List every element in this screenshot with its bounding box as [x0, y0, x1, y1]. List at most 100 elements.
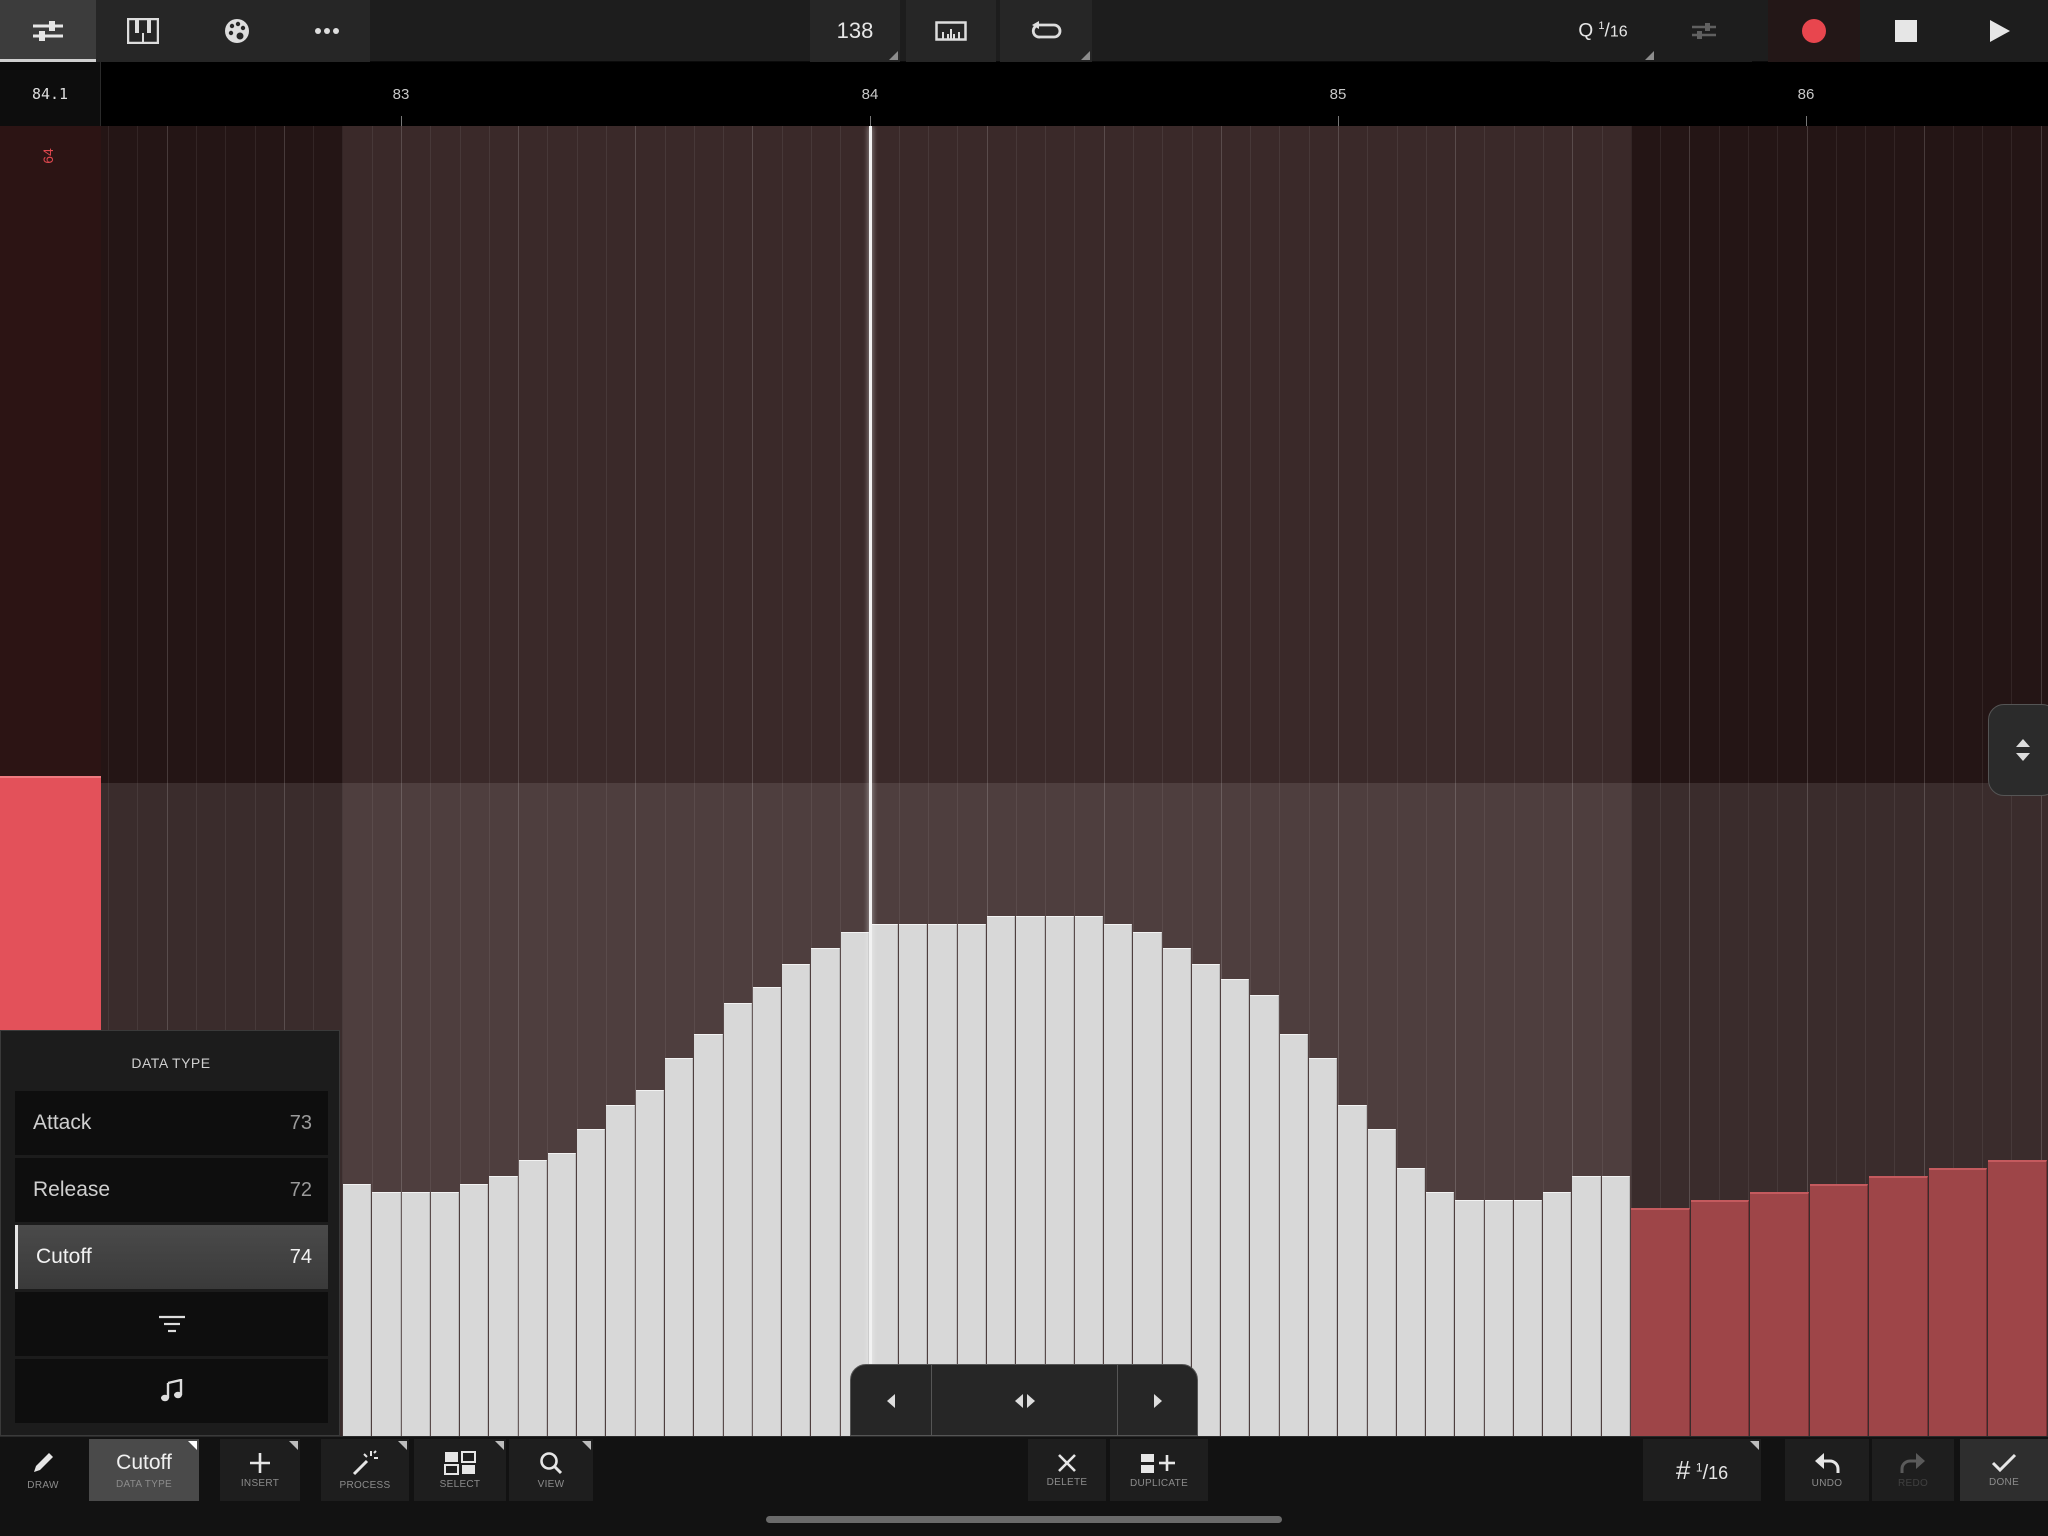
grid-value: # 1/16 — [1675, 1454, 1729, 1485]
automation-step-selected[interactable] — [1279, 1034, 1308, 1436]
nudge-right-button[interactable] — [1117, 1365, 1197, 1437]
loop-button[interactable] — [1000, 0, 1092, 62]
grid-denominator: 16 — [1708, 1462, 1729, 1483]
draw-button[interactable]: DRAW — [0, 1439, 86, 1501]
automation-step[interactable] — [1690, 1199, 1750, 1436]
automation-step[interactable] — [1928, 1168, 1988, 1436]
automation-step-selected[interactable] — [1543, 1191, 1572, 1436]
automation-step-selected[interactable] — [1572, 1176, 1601, 1436]
stop-button[interactable] — [1860, 0, 1952, 62]
automation-step-selected[interactable] — [1162, 947, 1191, 1436]
automation-step-selected[interactable] — [372, 1191, 401, 1436]
automation-step-selected[interactable] — [1074, 916, 1104, 1436]
filter-icon — [158, 1315, 185, 1333]
nudge-left-button[interactable] — [851, 1365, 931, 1437]
automation-step-selected[interactable] — [1250, 995, 1279, 1436]
filter-button[interactable] — [15, 1292, 328, 1356]
automation-step-selected[interactable] — [1221, 979, 1250, 1436]
automation-step-selected[interactable] — [869, 924, 899, 1436]
automation-step-selected[interactable] — [723, 1002, 752, 1436]
automation-step-selected[interactable] — [899, 924, 928, 1436]
undo-button[interactable]: UNDO — [1785, 1439, 1869, 1501]
automation-step-selected[interactable] — [752, 987, 782, 1436]
automation-step[interactable] — [1631, 1207, 1690, 1436]
quantize-toggle-button[interactable] — [1656, 0, 1752, 62]
automation-step-selected[interactable] — [577, 1128, 606, 1436]
automation-step-selected[interactable] — [1133, 932, 1162, 1436]
view-button[interactable]: VIEW — [509, 1439, 593, 1501]
automation-step-selected[interactable] — [782, 963, 811, 1436]
grid-button[interactable]: # 1/16 — [1643, 1439, 1761, 1501]
automation-step-selected[interactable] — [1309, 1058, 1338, 1436]
automation-step-selected[interactable] — [928, 924, 957, 1436]
data-type-panel: DATA TYPE Attack 73 Release 72 Cutoff 74 — [0, 1030, 340, 1436]
insert-button[interactable]: INSERT — [220, 1439, 300, 1501]
nudge-move-handle[interactable] — [931, 1365, 1117, 1437]
process-button[interactable]: PROCESS — [321, 1439, 409, 1501]
record-button[interactable] — [1768, 0, 1860, 62]
select-button[interactable]: SELECT — [414, 1439, 506, 1501]
automation-step[interactable] — [1988, 1160, 2047, 1436]
automation-step-selected[interactable] — [1045, 916, 1074, 1436]
piano-roll-button[interactable] — [96, 0, 190, 62]
data-type-item-cutoff[interactable]: Cutoff 74 — [15, 1225, 328, 1289]
left-right-arrows-icon — [1014, 1394, 1035, 1408]
automation-step-selected[interactable] — [547, 1152, 577, 1436]
redo-label: REDO — [1897, 1477, 1929, 1489]
automation-step-selected[interactable] — [665, 1058, 694, 1436]
timeline-ruler[interactable]: 84.1 83 84 85 86 — [0, 62, 2048, 126]
automation-step-selected[interactable] — [635, 1089, 664, 1436]
palette-icon — [225, 19, 249, 43]
automation-step-selected[interactable] — [840, 932, 869, 1436]
undo-icon — [1815, 1452, 1840, 1473]
automation-step-selected[interactable] — [1338, 1105, 1367, 1436]
home-indicator[interactable] — [766, 1516, 1282, 1523]
automation-step-selected[interactable] — [460, 1184, 489, 1436]
metronome-button[interactable] — [906, 0, 996, 62]
automation-step-selected[interactable] — [1426, 1191, 1455, 1436]
select-label: SELECT — [439, 1478, 481, 1490]
automation-step-selected[interactable] — [957, 924, 986, 1436]
automation-step[interactable] — [1750, 1191, 1809, 1436]
delete-button[interactable]: DELETE — [1028, 1439, 1106, 1501]
play-button[interactable] — [1952, 0, 2048, 62]
automation-step-selected[interactable] — [430, 1191, 460, 1436]
vertical-zoom-handle[interactable] — [1988, 704, 2048, 796]
mixer-view-button[interactable] — [0, 0, 96, 62]
note-button[interactable] — [15, 1359, 328, 1423]
tempo-button[interactable]: 138 — [810, 0, 900, 62]
automation-step-selected[interactable] — [1104, 924, 1133, 1436]
triangle-left-icon — [887, 1394, 895, 1408]
quantize-prefix: Q — [1578, 20, 1594, 42]
automation-step-selected[interactable] — [694, 1034, 723, 1436]
automation-step-selected[interactable] — [811, 947, 840, 1436]
done-button[interactable]: DONE — [1960, 1439, 2048, 1501]
automation-step[interactable] — [1869, 1176, 1928, 1436]
automation-step-selected[interactable] — [606, 1105, 635, 1436]
done-label: DONE — [1988, 1476, 2020, 1488]
automation-step-selected[interactable] — [489, 1176, 518, 1436]
automation-step-selected[interactable] — [518, 1160, 547, 1436]
automation-step-selected[interactable] — [1513, 1199, 1543, 1436]
sound-palette-button[interactable] — [190, 0, 284, 62]
automation-step-selected[interactable] — [401, 1191, 430, 1436]
automation-step[interactable] — [1809, 1184, 1869, 1436]
play-icon — [1990, 20, 2010, 42]
quantize-button[interactable]: Q 1/16 — [1550, 0, 1656, 62]
automation-step-selected[interactable] — [1484, 1199, 1513, 1436]
automation-step-selected[interactable] — [1396, 1168, 1426, 1436]
redo-button[interactable]: REDO — [1872, 1439, 1954, 1501]
automation-step-selected[interactable] — [1455, 1199, 1484, 1436]
automation-step-selected[interactable] — [1016, 916, 1045, 1436]
data-type-item-attack[interactable]: Attack 73 — [15, 1091, 328, 1155]
playhead[interactable] — [869, 126, 872, 1436]
duplicate-button[interactable]: DUPLICATE — [1110, 1439, 1208, 1501]
automation-step-selected[interactable] — [987, 916, 1016, 1436]
automation-step-selected[interactable] — [343, 1184, 372, 1436]
automation-step-selected[interactable] — [1601, 1176, 1630, 1436]
more-button[interactable] — [284, 0, 370, 62]
automation-step-selected[interactable] — [1367, 1128, 1396, 1436]
data-type-item-release[interactable]: Release 72 — [15, 1158, 328, 1222]
bar-number: 84 — [861, 86, 879, 103]
data-type-button[interactable]: Cutoff DATA TYPE — [89, 1439, 199, 1501]
